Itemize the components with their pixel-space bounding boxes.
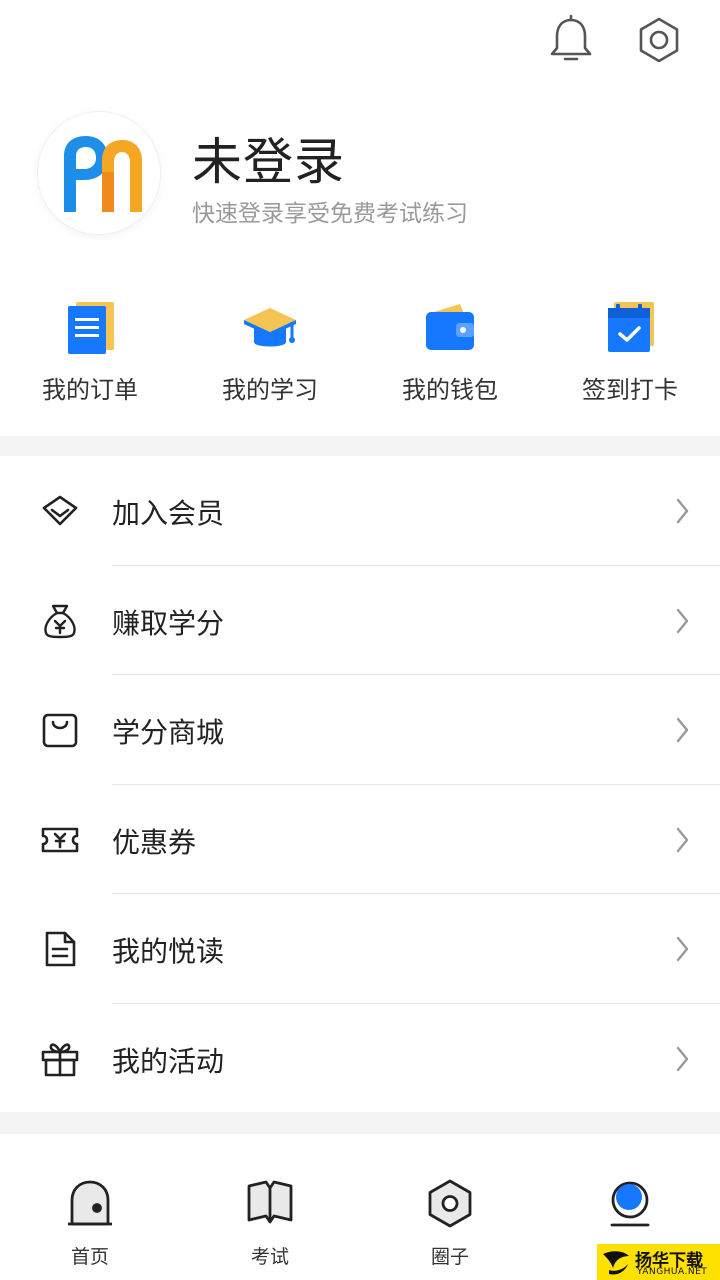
quick-action-study[interactable]: 我的学习 [180, 292, 360, 412]
chevron-right-icon [672, 1044, 692, 1074]
quick-action-label: 签到打卡 [582, 376, 678, 404]
section-divider [0, 436, 720, 456]
tab-label: 考试 [250, 1246, 289, 1268]
menu-item-label: 学分商城 [112, 716, 225, 749]
menu-item-coupons[interactable]: 优惠券 [0, 785, 720, 894]
login-hint-text[interactable]: 快速登录享受免费考试练习 [192, 194, 468, 228]
bell-icon[interactable] [546, 14, 596, 66]
chevron-right-icon [672, 496, 692, 526]
menu-item-credit-mall[interactable]: 学分商城 [0, 675, 720, 785]
document-icon [40, 929, 80, 969]
chevron-right-icon [672, 934, 692, 964]
shopping-bag-icon [40, 710, 80, 750]
menu-item-label: 赚取学分 [112, 606, 225, 640]
calendar-check-icon [600, 298, 660, 356]
menu-list: 加入会员 赚取学分 学分商城 优惠券 我的悦读 我的活动 [0, 456, 720, 1113]
tab-label: 首页 [70, 1246, 109, 1268]
menu-item-label: 我的活动 [112, 1044, 225, 1078]
gift-icon [40, 1039, 80, 1079]
tab-circle[interactable]: 圈子 [360, 1160, 540, 1280]
chevron-right-icon [672, 825, 692, 855]
book-icon [246, 1178, 294, 1228]
username-text[interactable]: 未登录 [192, 122, 345, 194]
menu-item-label: 优惠券 [112, 825, 197, 859]
tab-label: 圈子 [430, 1246, 469, 1268]
orders-document-icon [60, 298, 120, 356]
app-logo-icon[interactable] [38, 112, 160, 234]
quick-action-label: 我的学习 [222, 376, 318, 404]
money-bag-icon [40, 601, 80, 641]
watermark-logo-icon [603, 1251, 629, 1275]
site-watermark: 扬华下载 YANGHUA.NET [597, 1244, 720, 1280]
quick-action-label: 我的钱包 [402, 376, 498, 404]
tab-home[interactable]: 首页 [0, 1160, 180, 1280]
menu-item-label: 加入会员 [112, 497, 225, 530]
chevron-right-icon [672, 715, 692, 745]
diamond-icon [40, 491, 80, 531]
menu-item-membership[interactable]: 加入会员 [0, 456, 720, 566]
graduation-cap-icon [240, 298, 300, 356]
profile-dot-icon [606, 1178, 654, 1228]
tab-exam[interactable]: 考试 [180, 1160, 360, 1280]
menu-item-earn-credits[interactable]: 赚取学分 [0, 566, 720, 675]
top-bar [0, 0, 720, 90]
chevron-right-icon [672, 606, 692, 636]
quick-action-wallet[interactable]: 我的钱包 [360, 292, 540, 412]
quick-action-label: 我的订单 [42, 376, 138, 404]
coupon-icon [40, 820, 80, 860]
quick-action-checkin[interactable]: 签到打卡 [540, 292, 720, 412]
settings-hexagon-icon[interactable] [634, 14, 684, 66]
watermark-domain: YANGHUA.NET [637, 1267, 708, 1277]
home-icon [66, 1178, 114, 1228]
quick-actions: 我的订单 我的学习 我的钱包 签到打卡 [0, 292, 720, 412]
section-divider [0, 1112, 720, 1134]
quick-action-orders[interactable]: 我的订单 [0, 292, 180, 412]
menu-item-label: 我的悦读 [112, 935, 225, 968]
menu-item-my-activities[interactable]: 我的活动 [0, 1004, 720, 1114]
profile-header[interactable]: 未登录 快速登录享受免费考试练习 [0, 108, 720, 238]
wallet-icon [420, 298, 480, 356]
menu-item-my-reading[interactable]: 我的悦读 [0, 894, 720, 1004]
circle-hexagon-icon [426, 1178, 474, 1228]
